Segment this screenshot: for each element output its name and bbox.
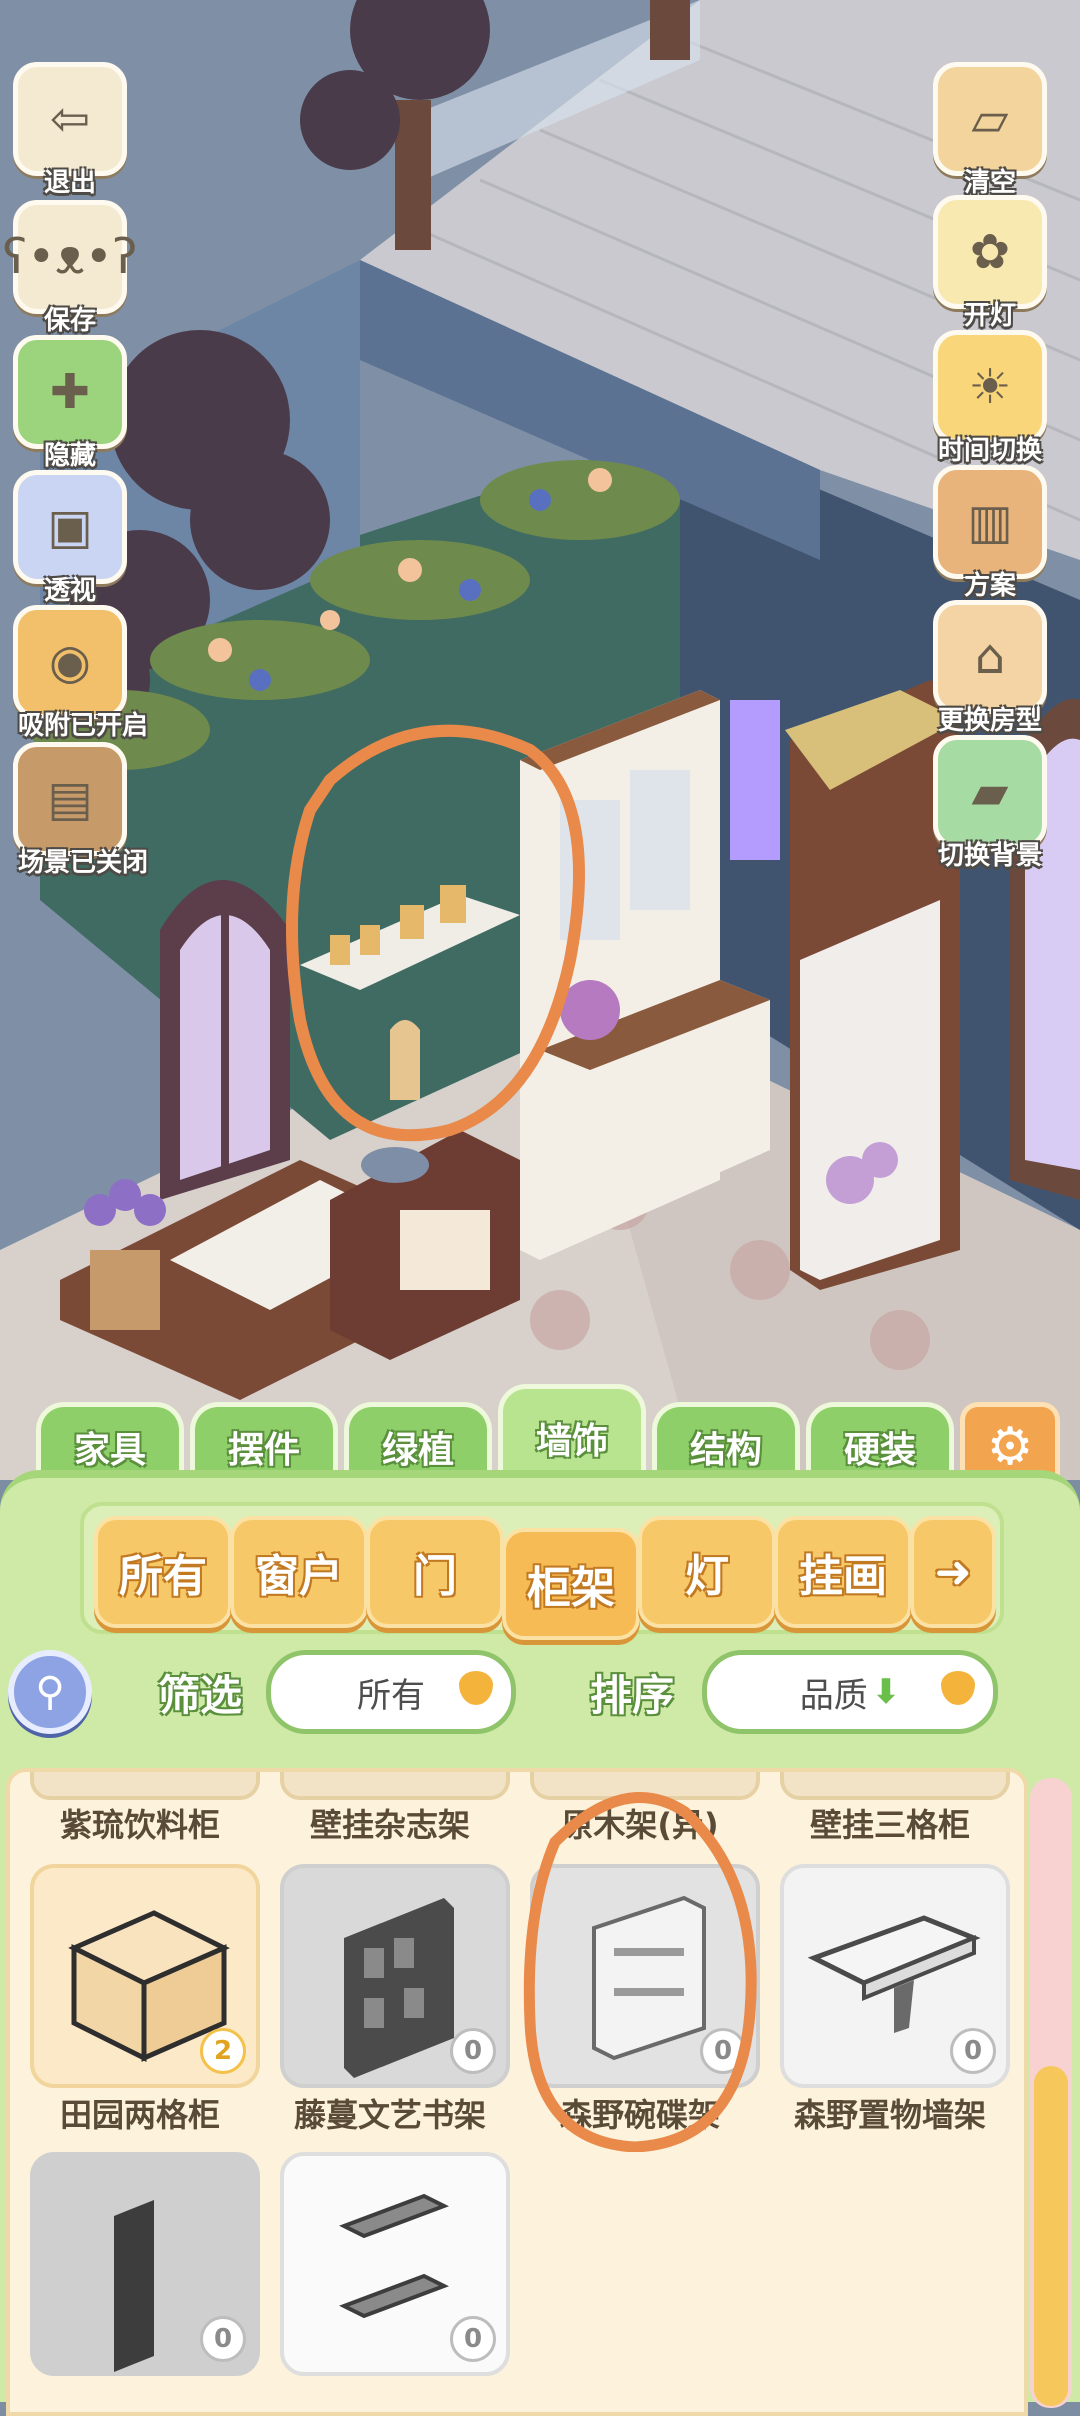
- item-name: 壁挂三格柜: [809, 1806, 970, 1844]
- subtab-cabinets[interactable]: 柜架: [502, 1528, 640, 1640]
- house-icon: ⌂: [933, 600, 1047, 714]
- item-name: 田园两格柜: [59, 2096, 220, 2134]
- arrow-right-icon: ➜: [934, 1546, 972, 1598]
- room-illustration: [0, 0, 1080, 1480]
- exit-button[interactable]: ⇦ 退出: [10, 62, 130, 201]
- scene-toggle-icon: ▤: [13, 742, 127, 856]
- scene-button[interactable]: ▤ 场景已关闭: [10, 742, 148, 881]
- item-card-partial[interactable]: [30, 1772, 260, 1800]
- subtab-windows[interactable]: 窗户: [230, 1516, 368, 1628]
- item-name: 原木架(异): [561, 1806, 719, 1844]
- cube-xray-icon: ▣: [13, 470, 127, 584]
- time-switch-label: 时间切换: [938, 436, 1043, 466]
- subtab-paintings[interactable]: 挂画: [774, 1516, 912, 1628]
- light-button[interactable]: ✿ 开灯: [930, 195, 1050, 334]
- background-icon: ▰: [933, 735, 1047, 849]
- hide-button[interactable]: ✚ 隐藏: [10, 335, 130, 474]
- hamster-save-icon: ʕ•ᴥ•ʔ: [3, 200, 137, 314]
- save-label: 保存: [43, 306, 96, 336]
- item-card[interactable]: 0: [280, 1864, 510, 2088]
- clear-button[interactable]: ▱ 清空: [930, 62, 1050, 201]
- hide-icon: ✚: [13, 335, 127, 449]
- item-name: 壁挂杂志架: [309, 1806, 470, 1844]
- lightbulb-icon: ✿: [933, 195, 1047, 309]
- change-room-button[interactable]: ⌂ 更换房型: [930, 600, 1050, 739]
- subtab-doors[interactable]: 门: [366, 1516, 504, 1628]
- snap-button[interactable]: ◉ 吸附已开启: [10, 605, 148, 744]
- xray-button[interactable]: ▣ 透视: [10, 470, 130, 609]
- switch-bg-button[interactable]: ▰ 切换背景: [930, 735, 1050, 874]
- sort-select[interactable]: 品质 ⬇: [702, 1650, 998, 1734]
- subtab-next-arrow[interactable]: ➜: [910, 1516, 996, 1628]
- exit-label: 退出: [43, 168, 96, 198]
- sort-label: 排序: [590, 1671, 675, 1720]
- item-name: 森野碗碟架: [559, 2096, 720, 2134]
- dropdown-caret-icon: [459, 1671, 493, 1705]
- subtab-all[interactable]: 所有: [94, 1516, 232, 1628]
- hide-label: 隐藏: [43, 441, 96, 471]
- filter-select[interactable]: 所有: [266, 1650, 516, 1734]
- scene-label: 场景已关闭: [18, 848, 149, 878]
- sort-down-arrow-icon: ⬇: [871, 1672, 901, 1712]
- item-card[interactable]: 0: [530, 1864, 760, 2088]
- book-plan-icon: ▥: [933, 465, 1047, 579]
- item-name: 藤蔓文艺书架: [293, 2096, 486, 2134]
- filter-row: ⚲ 筛选 所有 排序 品质 ⬇: [0, 1650, 1080, 1750]
- subtab-lights[interactable]: 灯: [638, 1516, 776, 1628]
- item-count-badge: 0: [950, 2028, 996, 2074]
- dropdown-caret-icon: [941, 1671, 975, 1705]
- item-card[interactable]: 0: [280, 2152, 510, 2376]
- exit-arrow-icon: ⇦: [13, 62, 127, 176]
- sort-value: 品质: [799, 1675, 868, 1716]
- snap-label: 吸附已开启: [18, 711, 149, 741]
- item-name: 森野置物墙架: [793, 2096, 986, 2134]
- item-card[interactable]: 2: [30, 1864, 260, 2088]
- item-count-badge: 0: [200, 2316, 246, 2362]
- sun-moon-icon: ☀: [933, 330, 1047, 444]
- catalog-panel: 所有 窗户 门 柜架 灯 挂画 ➜ ⚲ 筛选 所有 排序 品质 ⬇ 紫琉饮料柜 …: [0, 1470, 1080, 2416]
- search-icon: ⚲: [35, 1669, 65, 1715]
- scrollbar-thumb[interactable]: [1034, 2066, 1068, 2406]
- snap-magnet-icon: ◉: [13, 605, 127, 719]
- plan-button[interactable]: ▥ 方案: [930, 465, 1050, 604]
- item-count-badge: 0: [700, 2028, 746, 2074]
- item-name: 紫琉饮料柜: [59, 1806, 220, 1844]
- item-count-badge: 2: [200, 2028, 246, 2074]
- subcategory-tabs: 所有 窗户 门 柜架 灯 挂画 ➜: [80, 1502, 1004, 1640]
- item-count-badge: 0: [450, 2316, 496, 2362]
- filter-value: 所有: [357, 1675, 425, 1716]
- time-switch-button[interactable]: ☀ 时间切换: [930, 330, 1050, 469]
- item-grid: 紫琉饮料柜 壁挂杂志架 原木架(异) 壁挂三格柜 2 0 0 0 田园两格柜 藤…: [6, 1768, 1028, 2416]
- search-button[interactable]: ⚲: [8, 1650, 92, 1734]
- change-room-label: 更换房型: [938, 706, 1043, 736]
- plan-label: 方案: [963, 571, 1016, 601]
- room-scene[interactable]: [0, 0, 1080, 1480]
- gear-icon: ⚙: [986, 1417, 1034, 1477]
- item-card-partial[interactable]: [530, 1772, 760, 1800]
- item-card-partial[interactable]: [780, 1772, 1010, 1800]
- item-count-badge: 0: [450, 2028, 496, 2074]
- filter-label: 筛选: [158, 1671, 243, 1720]
- item-card[interactable]: 0: [30, 2152, 260, 2376]
- light-label: 开灯: [963, 301, 1016, 331]
- xray-label: 透视: [43, 576, 96, 606]
- item-card-partial[interactable]: [280, 1772, 510, 1800]
- switch-bg-label: 切换背景: [938, 841, 1043, 871]
- item-card[interactable]: 0: [780, 1864, 1010, 2088]
- save-button[interactable]: ʕ•ᴥ•ʔ 保存: [3, 200, 137, 339]
- clear-box-icon: ▱: [933, 62, 1047, 176]
